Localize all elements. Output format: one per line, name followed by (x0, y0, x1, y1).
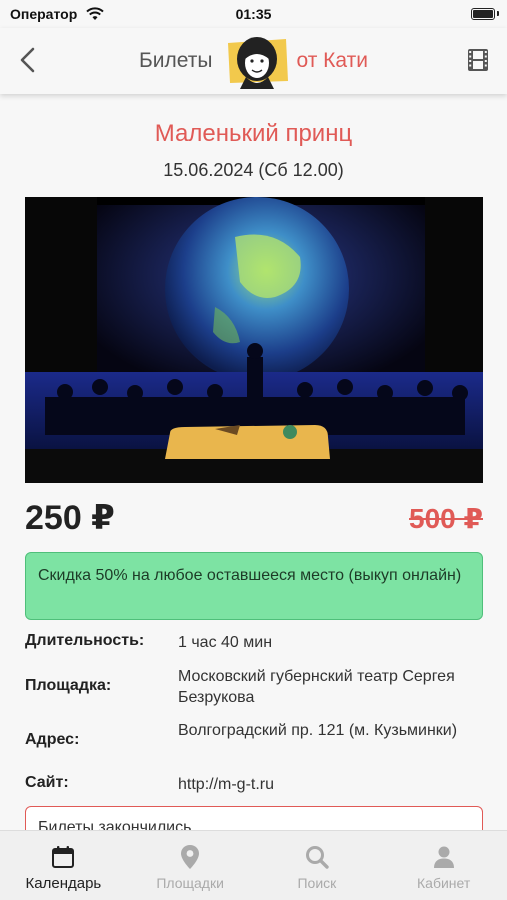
current-price: 250 ₽ (25, 499, 115, 537)
old-price: 500 ₽ (409, 503, 483, 534)
discount-banner: Скидка 50% на любое оставшееся место (вы… (25, 552, 483, 620)
event-content: Маленький принц 15.06.2024 (Сб 12.00) 25… (0, 94, 507, 830)
price-row: 250 ₽ 500 ₽ (25, 494, 483, 542)
tab-calendar[interactable]: Календарь (0, 831, 127, 900)
film-icon[interactable] (467, 48, 489, 72)
detail-row-address: Адрес: Волгоградский пр. 121 (м. Кузьмин… (25, 720, 483, 764)
site-link[interactable]: http://m-g-t.ru (178, 774, 478, 795)
tab-label: Площадки (156, 875, 224, 891)
detail-row-duration: Длительность: 1 час 40 мин (25, 632, 483, 654)
brand-text-left: Билеты (139, 49, 213, 72)
clock: 01:35 (235, 6, 272, 22)
tab-search[interactable]: Поиск (254, 831, 381, 900)
detail-value: Волгоградский пр. 121 (м. Кузьминки) (178, 722, 458, 739)
detail-row-venue: Площадка: Московский губернский театр Се… (25, 666, 483, 710)
detail-value: Московский губернский театр Сергея Безру… (178, 668, 455, 706)
tab-label: Кабинет (417, 875, 471, 891)
detail-row-site: Сайт: http://m-g-t.ru (25, 774, 483, 796)
kate-portrait-logo (228, 37, 289, 89)
location-pin-icon (181, 845, 200, 869)
search-icon (305, 846, 329, 869)
detail-label: Площадка: (25, 677, 112, 694)
detail-label: Адрес: (25, 731, 80, 748)
detail-label: Длительность: (25, 632, 145, 649)
user-icon (433, 846, 454, 868)
detail-label: Сайт: (25, 774, 69, 791)
event-title: Маленький принц (154, 120, 353, 147)
event-date: 15.06.2024 (Сб 12.00) (163, 160, 344, 180)
tab-bar: Календарь Площадки Поиск Кабинет (0, 830, 507, 900)
brand-text-right: от Кати (296, 49, 368, 72)
detail-value: 1 час 40 мин (178, 634, 273, 651)
tab-label: Календарь (25, 875, 102, 892)
tab-venues[interactable]: Площадки (127, 831, 254, 900)
tab-account[interactable]: Кабинет (380, 831, 507, 900)
calendar-icon (52, 846, 75, 868)
event-poster-image (25, 197, 483, 483)
status-bar: Оператор 01:35 (0, 0, 507, 28)
sold-out-notice: Билеты закончились (25, 806, 483, 830)
nav-bar: Билеты от Кати (0, 28, 507, 94)
battery-icon (471, 8, 495, 20)
app-brand: Билеты от Кати (0, 28, 507, 94)
tab-label: Поиск (297, 875, 337, 891)
